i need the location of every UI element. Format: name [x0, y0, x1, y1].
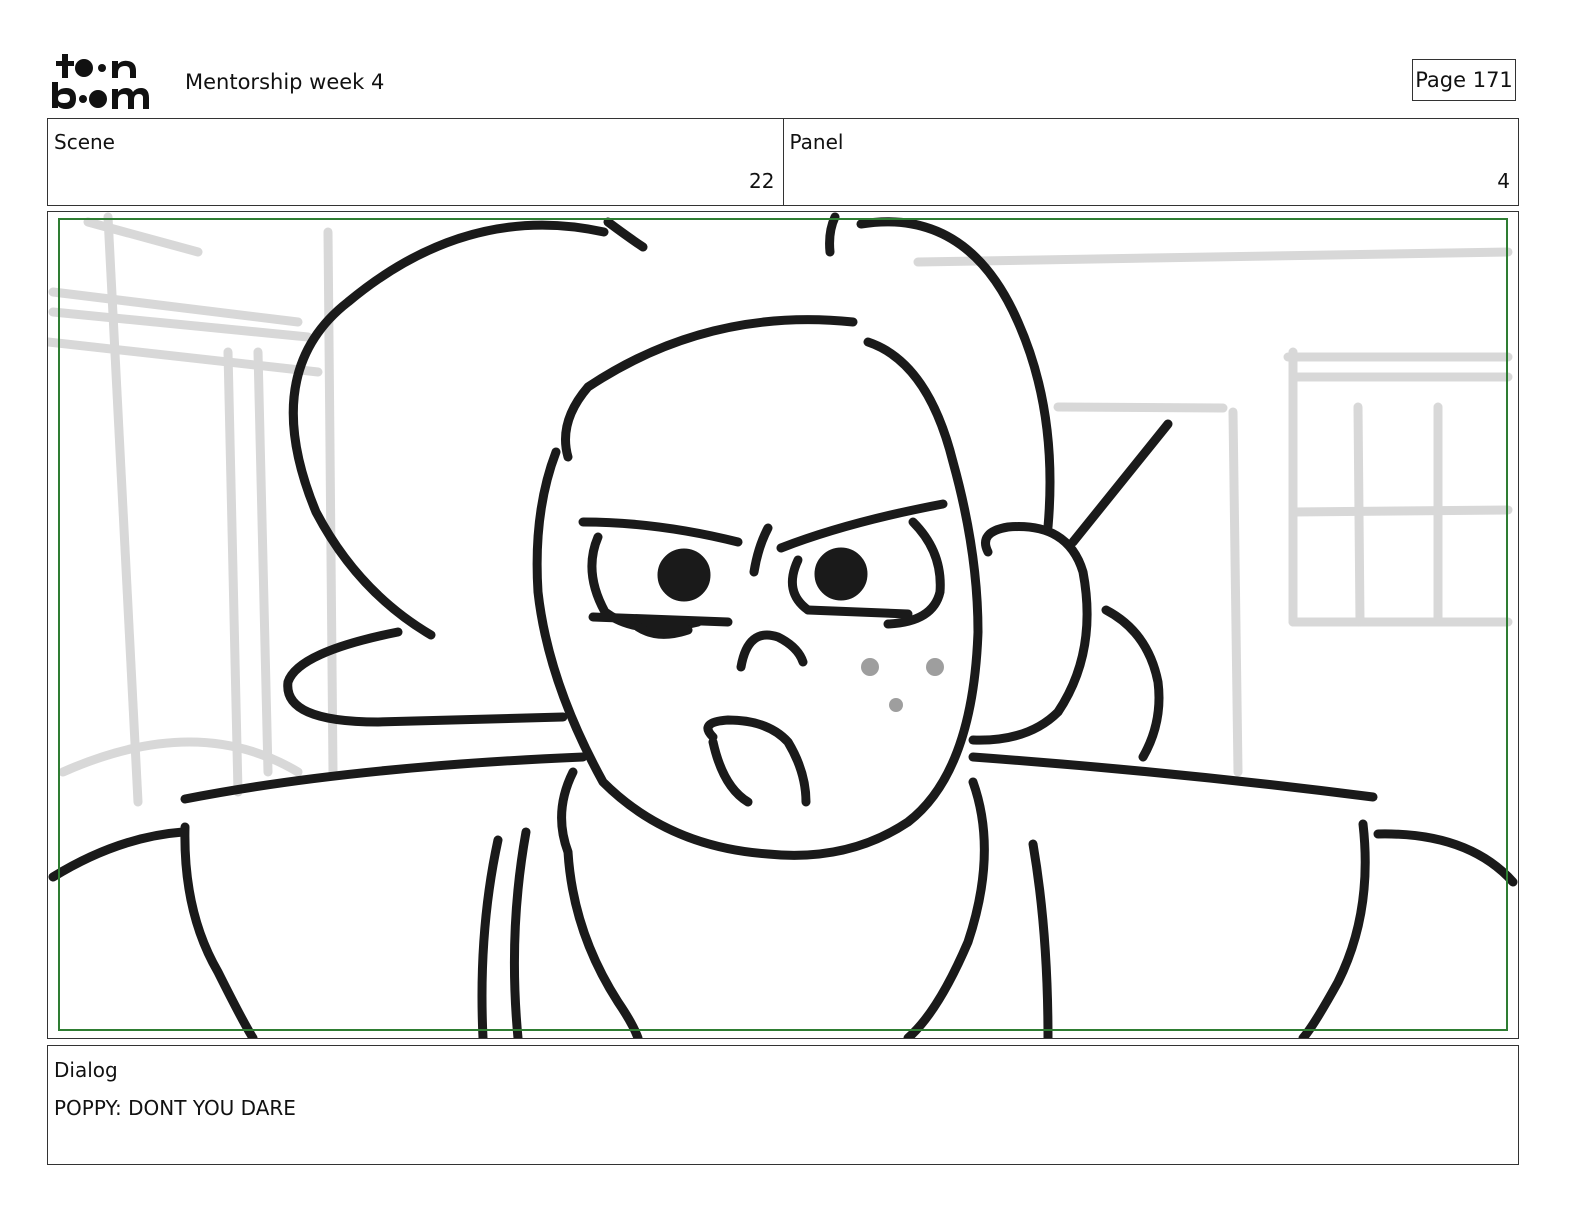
- scene-panel-info: Scene 22 Panel 4: [47, 118, 1519, 206]
- scene-label: Scene: [54, 130, 115, 154]
- storyboard-panel: [47, 211, 1519, 1039]
- scene-value: 22: [749, 169, 775, 193]
- panel-value: 4: [1497, 169, 1510, 193]
- panel-drawing: [48, 212, 1518, 1038]
- toon-boom-logo: [52, 54, 149, 109]
- panel-label: Panel: [789, 130, 844, 154]
- dialog-text: POPPY: DONT YOU DARE: [54, 1096, 296, 1120]
- dialog-box: Dialog POPPY: DONT YOU DARE: [47, 1045, 1519, 1165]
- background-sketch: [48, 212, 1513, 807]
- project-title: Mentorship week 4: [185, 70, 385, 94]
- page-number: Page 171: [1412, 59, 1516, 101]
- character-poppy: [48, 212, 1518, 1038]
- panel-cell: Panel 4: [782, 119, 1519, 205]
- scene-cell: Scene 22: [48, 119, 783, 205]
- freckles: [861, 658, 944, 712]
- dialog-label: Dialog: [54, 1058, 118, 1082]
